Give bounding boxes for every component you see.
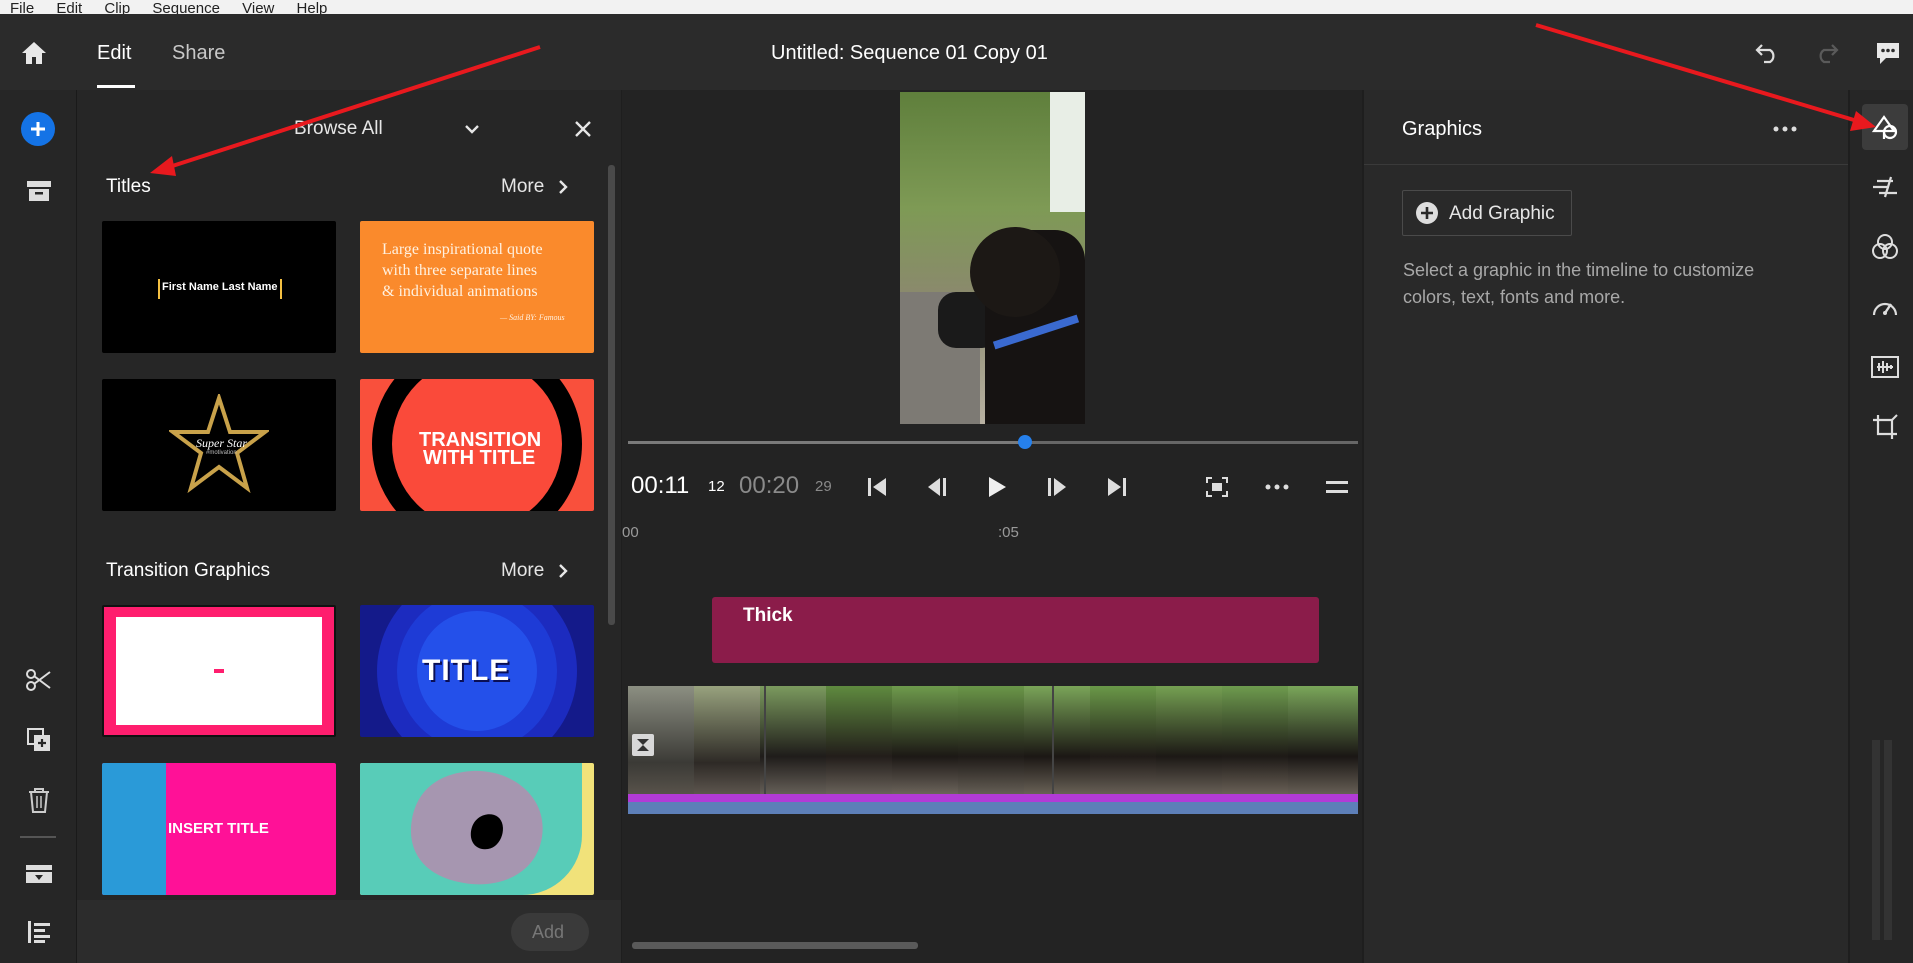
arrow-to-titles-head (150, 156, 176, 176)
annotation-arrows (150, 23, 1876, 176)
arrow-to-titles (159, 45, 541, 172)
arrow-to-graphics-icon-head (1850, 111, 1876, 131)
arrow-to-graphics-icon (1535, 23, 1865, 125)
